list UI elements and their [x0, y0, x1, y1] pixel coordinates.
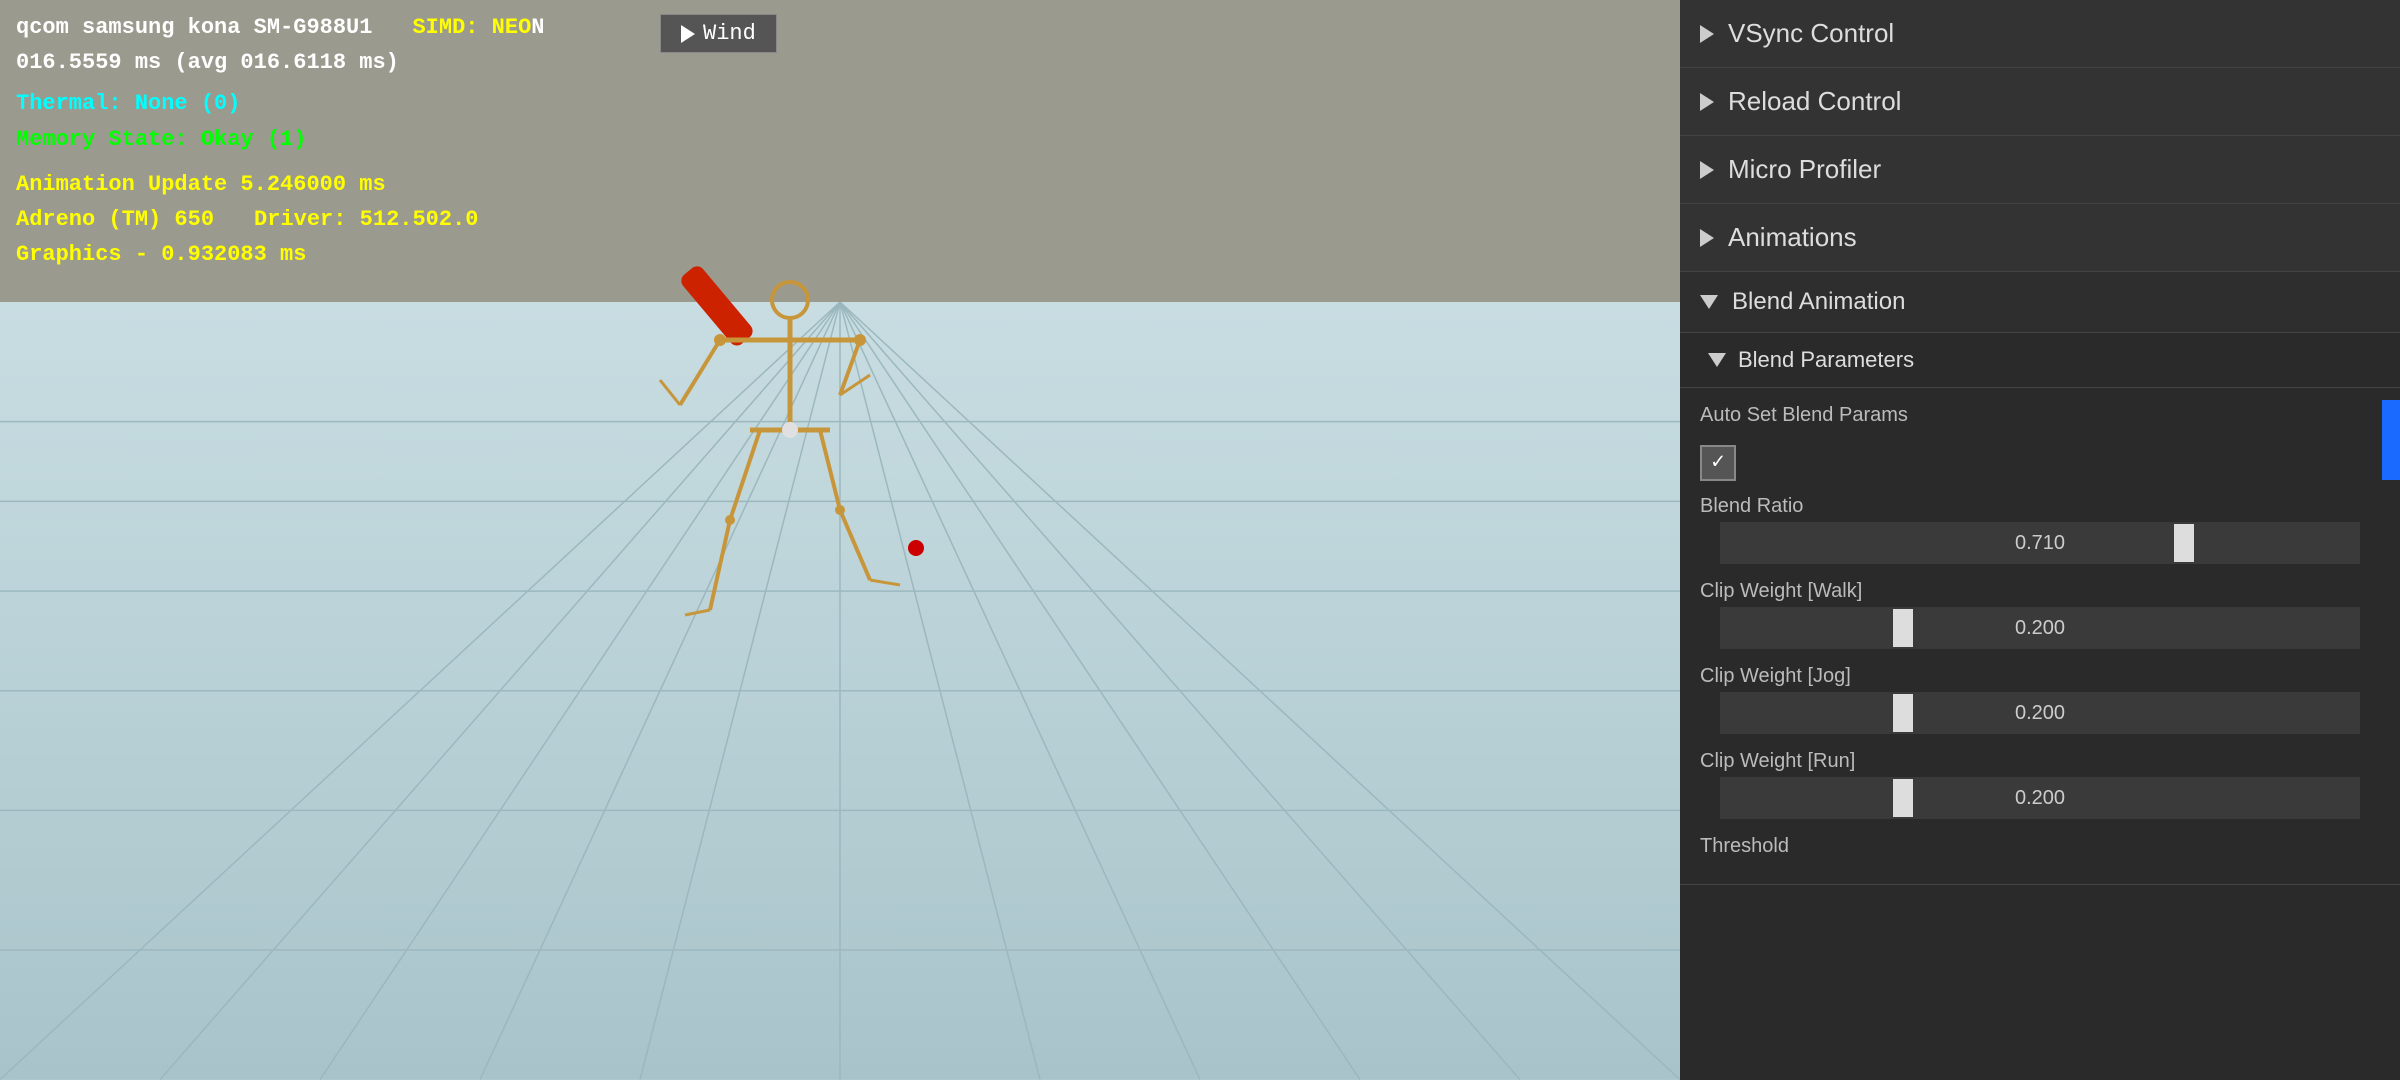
animation-update: Animation Update 5.246000 ms [16, 172, 386, 197]
vsync-expand-icon [1700, 25, 1714, 43]
threshold-row: Threshold [1680, 829, 2400, 868]
micro-profiler-section: Micro Profiler [1680, 136, 2400, 204]
auto-set-row: Auto Set Blend Params [1680, 398, 2400, 437]
viewport: qcom samsung kona SM-G988U1 SIMD: NEON 0… [0, 0, 1680, 1080]
clip-jog-slider[interactable]: 0.200 [1720, 692, 2360, 734]
clip-jog-row: Clip Weight [Jog] 0.200 [1680, 659, 2400, 744]
blend-ratio-label: Blend Ratio [1700, 495, 2380, 518]
blend-ratio-value: 0.710 [2015, 532, 2065, 555]
animations-header[interactable]: Animations [1680, 204, 2400, 271]
blend-animation-section: Blend Animation Blend Parameters Auto Se… [1680, 272, 2400, 885]
blend-animation-header[interactable]: Blend Animation [1680, 272, 2400, 333]
memory-info: Memory State: Okay (1) [16, 127, 306, 152]
threshold-label: Threshold [1700, 835, 2380, 858]
driver-info: Driver: 512.502.0 [254, 202, 478, 237]
reload-title: Reload Control [1728, 86, 1901, 117]
vsync-section: VSync Control [1680, 0, 2400, 68]
right-panel: VSync Control Reload Control Micro Profi… [1680, 0, 2400, 1080]
red-dot-indicator [908, 540, 924, 556]
blend-animation-title: Blend Animation [1732, 288, 1905, 316]
clip-walk-slider[interactable]: 0.200 [1720, 607, 2360, 649]
simd-info: SIMD: NEON [412, 10, 544, 45]
auto-set-label: Auto Set Blend Params [1700, 404, 2380, 427]
clip-run-thumb [1893, 779, 1913, 817]
clip-run-label: Clip Weight [Run] [1700, 750, 2380, 773]
micro-profiler-title: Micro Profiler [1728, 154, 1881, 185]
vsync-title: VSync Control [1728, 18, 1894, 49]
clip-run-slider[interactable]: 0.200 [1720, 777, 2360, 819]
clip-run-row: Clip Weight [Run] 0.200 [1680, 744, 2400, 829]
graphics-info: Graphics - 0.932083 ms [16, 242, 306, 267]
micro-profiler-expand-icon [1700, 161, 1714, 179]
hud-overlay: qcom samsung kona SM-G988U1 SIMD: NEON 0… [0, 0, 561, 282]
clip-jog-thumb [1893, 694, 1913, 732]
clip-walk-value: 0.200 [2015, 617, 2065, 640]
auto-set-checkbox[interactable]: ✓ [1700, 445, 1736, 481]
skeleton-figure [640, 230, 940, 630]
wind-button[interactable]: Wind [660, 14, 777, 53]
blend-animation-expand-icon [1700, 295, 1718, 309]
checkmark-icon: ✓ [1711, 452, 1724, 474]
clip-walk-thumb [1893, 609, 1913, 647]
clip-run-value: 0.200 [2015, 787, 2065, 810]
blend-params-section: Blend Parameters Auto Set Blend Params ✓… [1680, 333, 2400, 884]
adreno-info: Adreno (TM) 650 [16, 202, 214, 237]
clip-jog-label: Clip Weight [Jog] [1700, 665, 2380, 688]
reload-section: Reload Control [1680, 68, 2400, 136]
blend-ratio-thumb [2174, 524, 2194, 562]
reload-header[interactable]: Reload Control [1680, 68, 2400, 135]
blue-accent-bar [2382, 400, 2400, 480]
blend-params-expand-icon [1708, 353, 1726, 367]
play-icon [681, 25, 695, 43]
vsync-header[interactable]: VSync Control [1680, 0, 2400, 67]
reload-expand-icon [1700, 93, 1714, 111]
clip-walk-label: Clip Weight [Walk] [1700, 580, 2380, 603]
clip-walk-row: Clip Weight [Walk] 0.200 [1680, 574, 2400, 659]
blend-params-header: Blend Parameters [1680, 333, 2400, 388]
animations-title: Animations [1728, 222, 1857, 253]
auto-set-checkbox-container: ✓ [1680, 437, 2400, 489]
clip-jog-value: 0.200 [2015, 702, 2065, 725]
animations-section: Animations [1680, 204, 2400, 272]
frame-time: 016.5559 ms (avg 016.6118 ms) [16, 45, 545, 80]
animations-expand-icon [1700, 229, 1714, 247]
blend-ratio-slider[interactable]: 0.710 [1720, 522, 2360, 564]
thermal-info: Thermal: None (0) [16, 91, 240, 116]
blend-ratio-row: Blend Ratio 0.710 [1680, 489, 2400, 574]
blend-params-title: Blend Parameters [1738, 347, 1914, 373]
device-info: qcom samsung kona SM-G988U1 [16, 10, 372, 45]
micro-profiler-header[interactable]: Micro Profiler [1680, 136, 2400, 203]
